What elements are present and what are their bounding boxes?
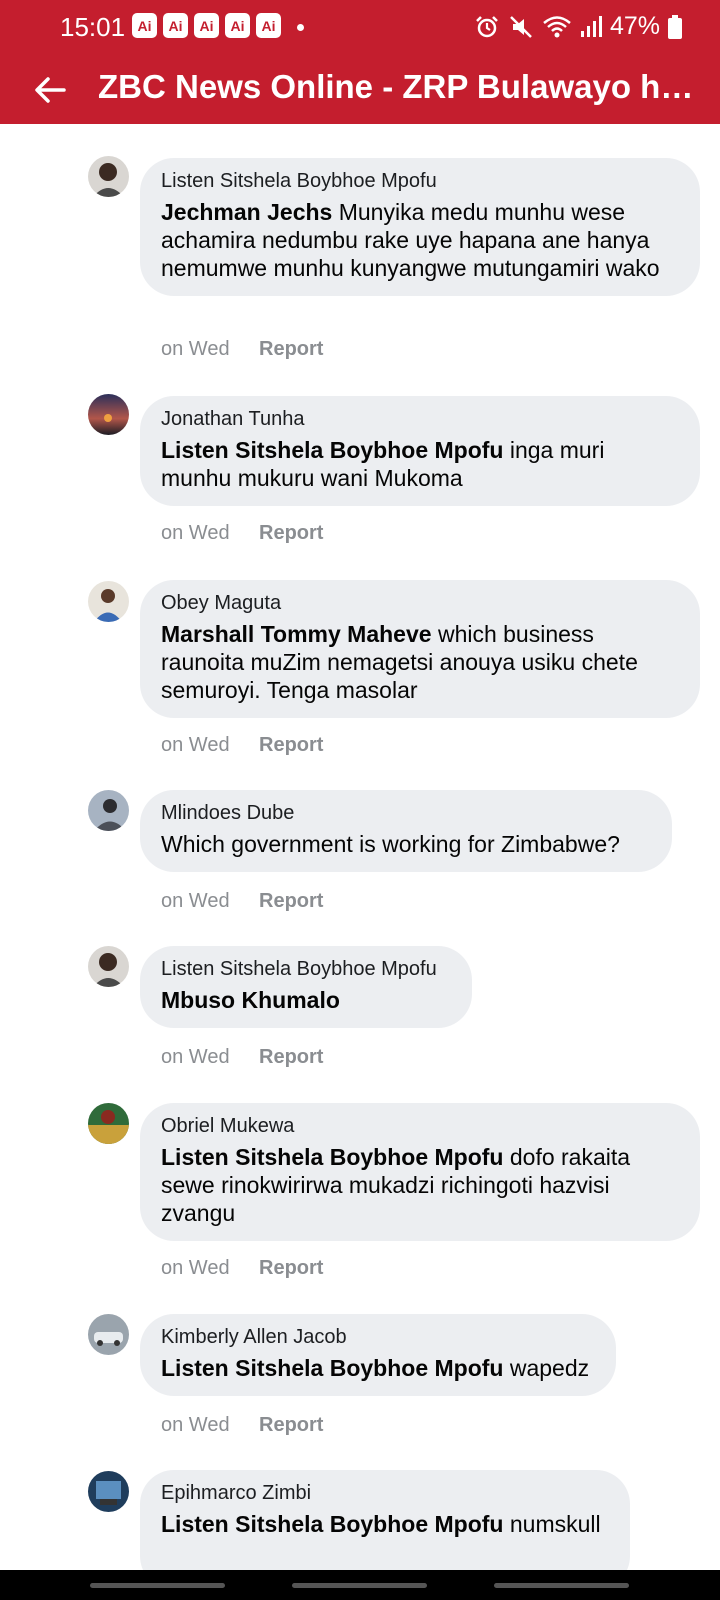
comment-time: on Wed [161,890,230,912]
comment-author[interactable]: Mlindoes Dube [161,800,650,826]
report-button[interactable]: Report [259,1046,323,1069]
report-button[interactable]: Report [259,890,323,913]
system-nav-bar [0,1570,720,1600]
more-notifications-dot [297,24,304,31]
mention-link[interactable]: Listen Sitshela Boybhoe Mpofu [161,437,503,463]
comment-author[interactable]: Kimberly Allen Jacob [161,1324,594,1350]
avatar[interactable] [88,156,129,197]
comment-time: on Wed [161,338,230,360]
comment-time: on Wed [161,734,230,756]
avatar[interactable] [88,394,129,435]
battery-percent: 47% [610,12,661,40]
comment-bubble: Listen Sitshela Boybhoe Mpofu Jechman Je… [140,158,700,296]
status-time: 15:01 [60,12,126,42]
comment-author[interactable]: Epihmarco Zimbi [161,1480,608,1506]
nav-home-handle[interactable] [292,1583,427,1588]
notification-icons: Ai Ai Ai Ai Ai [132,13,281,38]
nav-recents-handle[interactable] [90,1583,225,1588]
comment-time: on Wed [161,1046,230,1068]
comment-bubble: Obriel Mukewa Listen Sitshela Boybhoe Mp… [140,1103,700,1241]
comment-author[interactable]: Jonathan Tunha [161,406,678,432]
comment-meta: on Wed Report [161,890,323,913]
mention-link[interactable]: Jechman Jechs [161,199,332,225]
avatar[interactable] [88,1103,129,1144]
ai-notification-icon: Ai [225,13,250,38]
status-bar: 15:01 Ai Ai Ai Ai Ai 47% [0,0,720,56]
comment-bubble: Obey Maguta Marshall Tommy Maheve which … [140,580,700,718]
comment-text: Listen Sitshela Boybhoe Mpofu dofo rakai… [161,1144,631,1226]
comment-text: Listen Sitshela Boybhoe Mpofu numskull [161,1511,601,1537]
comment-meta: on Wed Report [161,1257,323,1280]
mention-link[interactable]: Marshall Tommy Maheve [161,621,432,647]
app-bar: ZBC News Online - ZRP Bulawayo ha… [0,56,720,124]
alarm-icon [476,15,498,37]
comment-bubble: Kimberly Allen Jacob Listen Sitshela Boy… [140,1314,616,1396]
comment-time: on Wed [161,1414,230,1436]
avatar[interactable] [88,1471,129,1512]
wifi-icon [543,15,571,37]
comment-text: Jechman Jechs Munyika medu munhu wese ac… [161,199,660,281]
back-button[interactable] [30,70,70,110]
comment-text: Listen Sitshela Boybhoe Mpofu wapedz [161,1355,590,1381]
comment-meta: on Wed Report [161,522,323,545]
avatar[interactable] [88,1314,129,1355]
comment-text: Marshall Tommy Maheve which business rau… [161,621,638,703]
comment-meta: on Wed Report [161,1414,323,1437]
nav-back-handle[interactable] [494,1583,629,1588]
ai-notification-icon: Ai [132,13,157,38]
comment-meta: on Wed Report [161,338,323,361]
mention-link[interactable]: Mbuso Khumalo [161,987,340,1013]
comment-author[interactable]: Listen Sitshela Boybhoe Mpofu [161,168,678,194]
mention-link[interactable]: Listen Sitshela Boybhoe Mpofu [161,1144,503,1170]
system-icons: 47% [474,12,683,41]
avatar[interactable] [88,581,129,622]
comment-text: Mbuso Khumalo [161,986,450,1014]
signal-icon [581,15,602,37]
ai-notification-icon: Ai [194,13,219,38]
comment-text: Listen Sitshela Boybhoe Mpofu inga muri … [161,437,605,491]
comment-meta: on Wed Report [161,1046,323,1069]
comment-bubble: Listen Sitshela Boybhoe Mpofu Mbuso Khum… [140,946,472,1028]
comment-author[interactable]: Listen Sitshela Boybhoe Mpofu [161,956,450,982]
mute-icon [510,15,532,38]
mention-link[interactable]: Listen Sitshela Boybhoe Mpofu [161,1511,503,1537]
mention-link[interactable]: Listen Sitshela Boybhoe Mpofu [161,1355,503,1381]
comment-meta: on Wed Report [161,734,323,757]
report-button[interactable]: Report [259,338,323,361]
back-arrow-icon [35,77,66,103]
comment-bubble: Jonathan Tunha Listen Sitshela Boybhoe M… [140,396,700,506]
comment-time: on Wed [161,1257,230,1279]
report-button[interactable]: Report [259,734,323,757]
ai-notification-icon: Ai [163,13,188,38]
report-button[interactable]: Report [259,522,323,545]
comment-author[interactable]: Obey Maguta [161,590,678,616]
battery-icon [668,14,683,39]
avatar[interactable] [88,790,129,831]
comment-text: Which government is working for Zimbabwe… [161,831,620,857]
report-button[interactable]: Report [259,1257,323,1280]
report-button[interactable]: Report [259,1414,323,1437]
avatar[interactable] [88,946,129,987]
comment-time: on Wed [161,522,230,544]
page-title: ZBC News Online - ZRP Bulawayo ha… [98,68,698,105]
comment-author[interactable]: Obriel Mukewa [161,1113,678,1139]
ai-notification-icon: Ai [256,13,281,38]
comment-bubble: Mlindoes Dube Which government is workin… [140,790,672,872]
